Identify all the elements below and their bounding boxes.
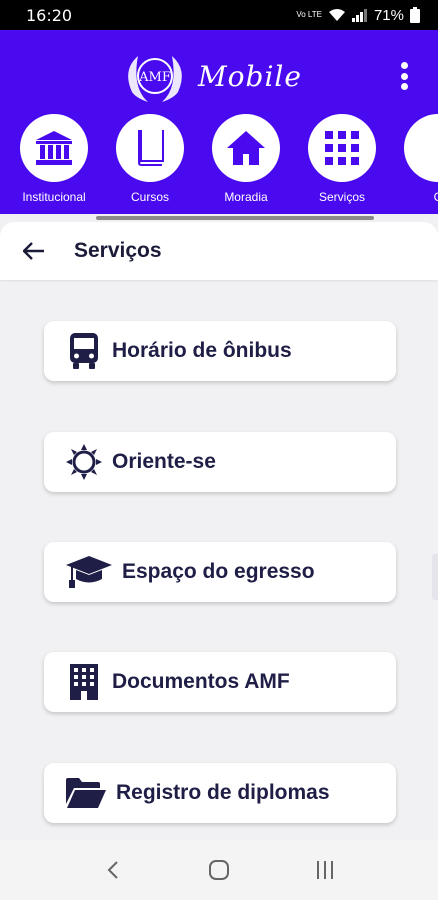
graduation-cap-icon bbox=[66, 554, 112, 590]
status-bar: 16:20 Vo LTE 71% bbox=[0, 0, 438, 30]
nav-item-institucional[interactable]: Institucional bbox=[6, 114, 102, 204]
back-nav-icon[interactable] bbox=[93, 850, 133, 890]
back-arrow-icon[interactable] bbox=[14, 231, 54, 271]
nav-item-servicos[interactable]: Serviços bbox=[294, 114, 390, 204]
nav-label: Serviços bbox=[318, 190, 365, 204]
service-label: Oriente-se bbox=[112, 450, 216, 473]
nav-label: C bbox=[433, 190, 438, 204]
bank-icon bbox=[20, 114, 88, 182]
wifi-icon bbox=[328, 9, 345, 21]
service-card-registro-diplomas[interactable]: Registro de diplomas bbox=[44, 763, 396, 823]
signal-icon bbox=[351, 9, 367, 22]
building-icon bbox=[66, 664, 102, 700]
service-card-horario-onibus[interactable]: Horário de ônibus bbox=[44, 321, 396, 381]
services-sheet: Serviços Horário de ônibus Oriente-se Es… bbox=[0, 214, 438, 840]
home-nav-icon[interactable] bbox=[199, 850, 239, 890]
service-card-documentos-amf[interactable]: Documentos AMF bbox=[44, 652, 396, 712]
sheet-header: Serviços bbox=[0, 222, 438, 280]
service-label: Espaço do egresso bbox=[122, 560, 315, 583]
book-icon bbox=[116, 114, 184, 182]
status-icons: Vo LTE 71% bbox=[296, 7, 420, 24]
system-nav-bar bbox=[0, 840, 438, 900]
nav-label: Cursos bbox=[130, 190, 169, 204]
service-label: Horário de ônibus bbox=[112, 339, 292, 362]
battery-icon bbox=[410, 7, 420, 23]
network-type-icon: Vo LTE bbox=[296, 10, 322, 19]
home-icon bbox=[212, 114, 280, 182]
more-options-icon[interactable] bbox=[398, 62, 410, 90]
sheet-drag-handle[interactable] bbox=[96, 216, 374, 220]
recents-nav-icon[interactable] bbox=[305, 850, 345, 890]
page-title: Serviços bbox=[74, 239, 162, 262]
nav-item-partial[interactable]: C bbox=[390, 114, 438, 204]
logo-wreath-icon: AMF bbox=[118, 48, 192, 104]
edge-panel-handle[interactable] bbox=[432, 554, 438, 600]
nav-item-cursos[interactable]: Cursos bbox=[102, 114, 198, 204]
status-time: 16:20 bbox=[26, 5, 73, 25]
service-card-espaco-egresso[interactable]: Espaço do egresso bbox=[44, 542, 396, 602]
partial-icon bbox=[404, 114, 438, 182]
sun-icon bbox=[66, 444, 102, 480]
bus-icon bbox=[66, 333, 102, 369]
nav-item-moradia[interactable]: Moradia bbox=[198, 114, 294, 204]
battery-percent: 71% bbox=[373, 6, 404, 24]
nav-label: Moradia bbox=[224, 190, 268, 204]
app-logo: AMF Mobile bbox=[118, 48, 302, 104]
grid-icon bbox=[308, 114, 376, 182]
service-label: Registro de diplomas bbox=[116, 781, 330, 804]
folder-icon bbox=[66, 775, 106, 811]
logo-text: Mobile bbox=[198, 59, 302, 93]
nav-label: Institucional bbox=[22, 190, 86, 204]
svg-text:AMF: AMF bbox=[138, 70, 171, 85]
service-label: Documentos AMF bbox=[112, 670, 290, 693]
app-header: AMF Mobile Institucional Cursos Moradia bbox=[0, 30, 438, 214]
category-nav: Institucional Cursos Moradia Serviços C bbox=[0, 114, 438, 210]
service-card-oriente-se[interactable]: Oriente-se bbox=[44, 432, 396, 492]
